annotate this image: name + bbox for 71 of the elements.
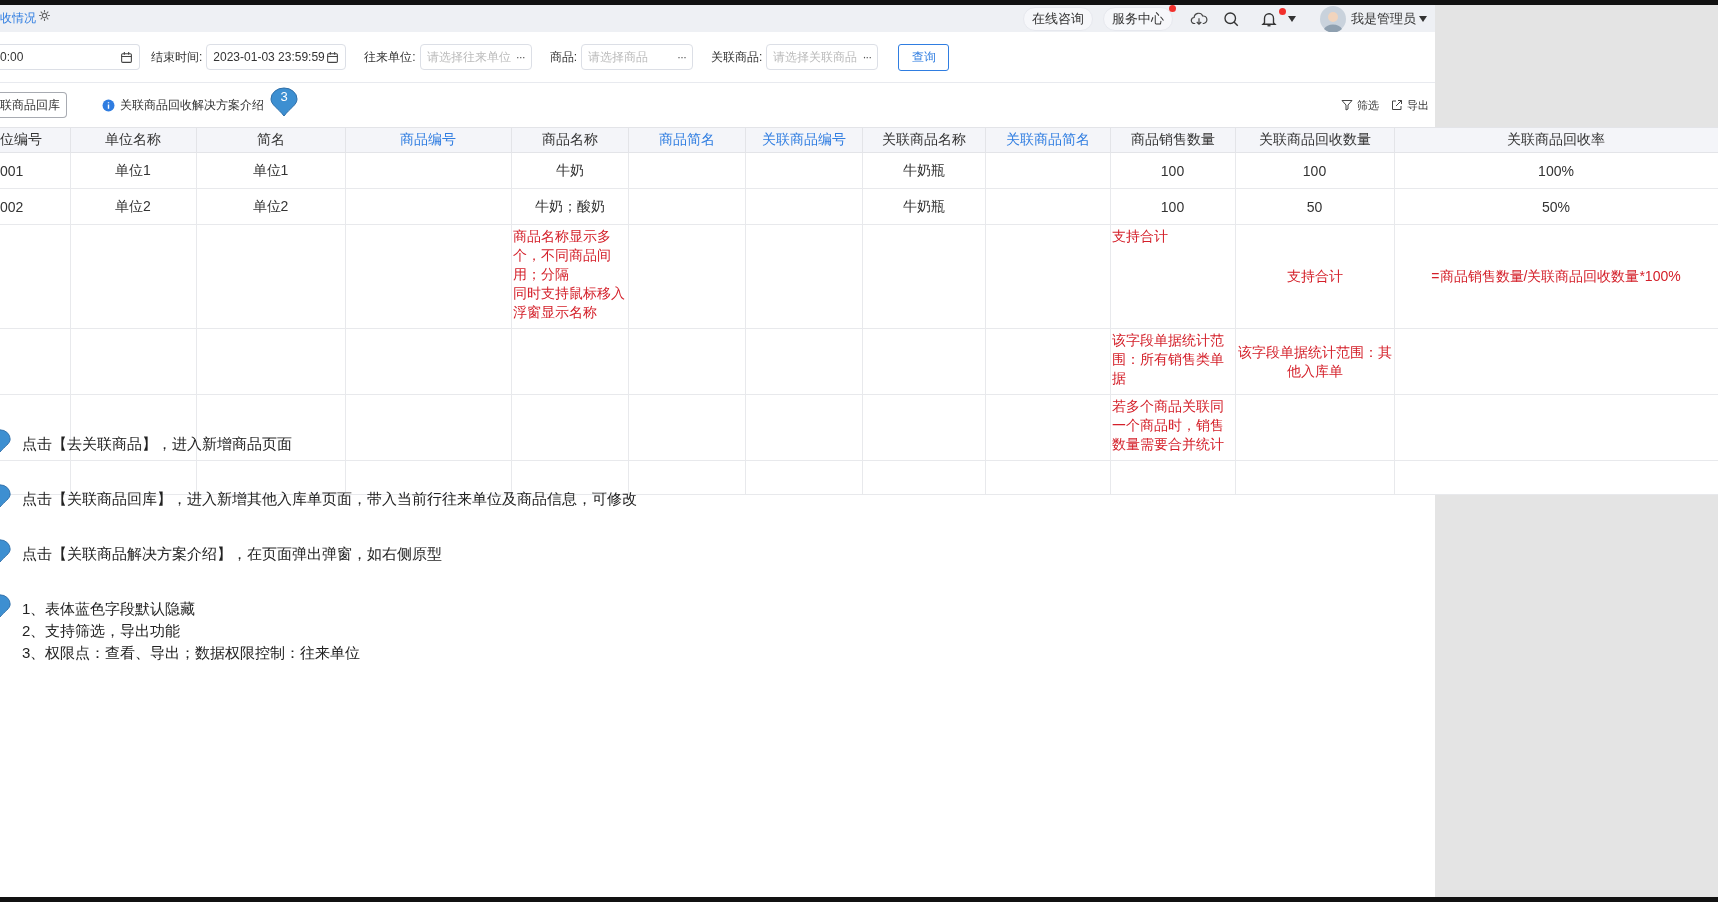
table-cell: 牛奶瓶 xyxy=(862,188,985,225)
field-label: 往来单位: xyxy=(364,48,416,66)
annotation-text: 点击【关联商品回库】，进入新增其他入库单页面，带入当前行往来单位及商品信息，可修改 xyxy=(22,489,637,509)
table-cell: 100 xyxy=(1235,152,1394,189)
annotation-text: 若多个商品关联同一个商品时，销售数量需要合并统计 xyxy=(1110,394,1235,461)
settings-icon[interactable] xyxy=(38,9,51,22)
field-label: 商品: xyxy=(549,48,578,66)
column-header[interactable]: 商品销售数量 xyxy=(1110,127,1235,153)
more-icon[interactable]: ··· xyxy=(862,50,872,64)
column-header[interactable]: 商品简名 xyxy=(628,127,745,153)
field-label: 关联商品: xyxy=(711,48,763,66)
export-icon[interactable] xyxy=(1391,99,1403,111)
column-header[interactable]: 商品名称 xyxy=(511,127,628,153)
query-button[interactable]: 查询 xyxy=(898,43,950,71)
info-link[interactable]: 关联商品回收解决方案介绍 xyxy=(120,96,264,114)
select-field[interactable]: 请选择关联商品 ··· xyxy=(766,44,879,70)
annotation-text: 点击【关联商品解决方案介绍】，在页面弹出弹窗，如右侧原型 xyxy=(22,544,443,564)
field-label: 结束时间: xyxy=(151,48,203,66)
table-cell: 单位2 xyxy=(70,188,196,225)
table-cell: 单位1 xyxy=(196,152,345,189)
calendar-icon[interactable] xyxy=(120,50,133,64)
table-cell: 001 xyxy=(0,152,70,189)
annotation-text: 该字段单据统计范围：其他入库单 xyxy=(1235,328,1394,395)
column-header[interactable]: 商品编号 xyxy=(345,127,511,153)
note-marker-icon xyxy=(268,85,300,117)
table-cell: 牛奶 xyxy=(511,152,628,189)
annotation-text: 支持合计 xyxy=(1110,224,1235,329)
table-cell: 100 xyxy=(1110,152,1235,189)
date-field[interactable]: 2023-01-03 23:59:59 xyxy=(206,44,347,70)
annotation-text: 支持合计 xyxy=(1235,224,1394,329)
table-cell: 002 xyxy=(0,188,70,225)
table-cell: 100 xyxy=(1110,188,1235,225)
annotation-text: 1、表体蓝色字段默认隐藏 xyxy=(22,599,197,619)
info-icon[interactable] xyxy=(102,98,115,112)
filter-button[interactable]: 筛选 xyxy=(1341,97,1379,113)
column-header[interactable]: 单位名称 xyxy=(70,127,196,153)
return-button[interactable]: 联商品回库 xyxy=(0,92,67,118)
search-icon[interactable] xyxy=(1222,9,1240,28)
marker-number: 3 xyxy=(279,89,289,104)
annotation-text: 商品名称显示多个，不同商品间用；分隔 xyxy=(512,227,612,284)
header-button[interactable]: 在线咨询 xyxy=(1023,6,1093,31)
table-cell: 单位1 xyxy=(70,152,196,189)
caret-icon[interactable] xyxy=(1288,15,1296,22)
table-cell: 牛奶瓶 xyxy=(862,152,985,189)
column-header[interactable]: 关联商品编号 xyxy=(745,127,862,153)
more-icon[interactable]: ··· xyxy=(677,50,687,64)
annotation-text: 3、权限点：查看、导出；数据权限控制：往来单位 xyxy=(22,643,362,663)
column-header[interactable]: 简名 xyxy=(196,127,345,153)
column-header[interactable]: 位编号 xyxy=(0,127,70,153)
annotation-text: 2、支持筛选，导出功能 xyxy=(22,621,182,641)
header-button[interactable]: 服务中心 xyxy=(1103,6,1173,31)
more-icon[interactable]: ··· xyxy=(515,50,525,64)
annotation-text: 同时支持鼠标移入浮窗显示名称 xyxy=(512,284,626,322)
select-field[interactable]: 请选择往来单位 ··· xyxy=(419,44,532,70)
column-header[interactable]: 关联商品回收率 xyxy=(1394,127,1718,153)
column-header[interactable]: 关联商品回收数量 xyxy=(1235,127,1394,153)
table-cell: 牛奶；酸奶 xyxy=(511,188,628,225)
caret-icon[interactable] xyxy=(1419,15,1427,22)
column-header[interactable]: 关联商品名称 xyxy=(862,127,985,153)
filter-icon[interactable] xyxy=(1341,99,1353,111)
annotation-text: 点击【去关联商品】，进入新增商品页面 xyxy=(22,434,293,454)
annotation-text: 该字段单据统计范围：所有销售类单据 xyxy=(1110,328,1235,395)
select-field[interactable]: 请选择商品 ··· xyxy=(581,44,694,70)
user-name[interactable]: 我是管理员 xyxy=(1351,9,1416,28)
date-field[interactable]: 0:00 xyxy=(0,44,140,70)
table-cell: 单位2 xyxy=(196,188,345,225)
table-cell: 50 xyxy=(1235,188,1394,225)
export-button[interactable]: 导出 xyxy=(1391,97,1429,113)
calendar-icon[interactable] xyxy=(326,50,340,64)
tab-title[interactable]: 收情况 xyxy=(0,10,36,27)
column-header[interactable]: 关联商品简名 xyxy=(985,127,1110,153)
